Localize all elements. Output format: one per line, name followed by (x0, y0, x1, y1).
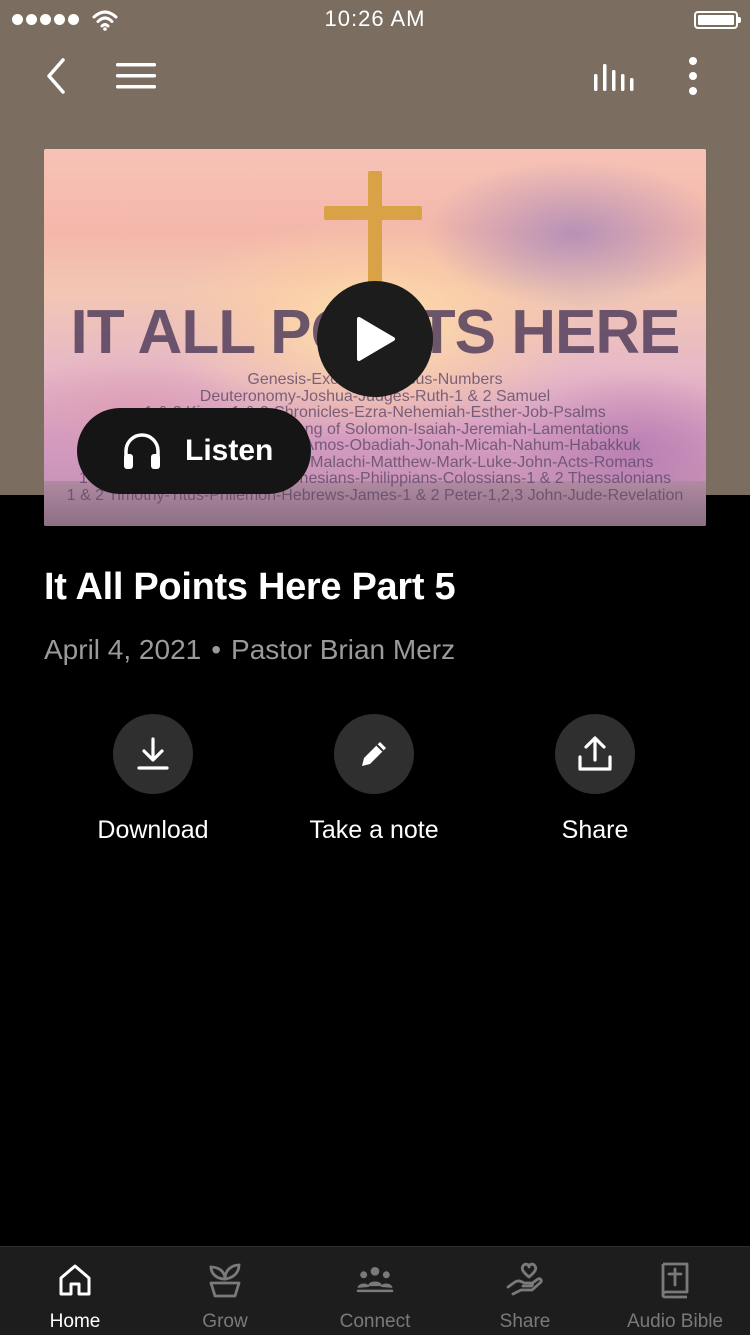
tab-audio-bible[interactable]: Audio Bible (600, 1247, 750, 1335)
download-icon (137, 737, 169, 770)
tab-label: Share (499, 1311, 551, 1332)
navigation-bar (0, 48, 750, 104)
sermon-meta: April 4, 2021 • Pastor Brian Merz (44, 634, 455, 666)
bible-icon (661, 1262, 689, 1299)
listen-label: Listen (185, 434, 274, 467)
people-icon (356, 1266, 394, 1293)
download-label: Download (97, 816, 209, 844)
tab-grow[interactable]: Grow (150, 1247, 300, 1335)
download-button[interactable]: Download (43, 714, 263, 845)
tab-label: Grow (202, 1311, 248, 1332)
heart-hand-icon (506, 1262, 543, 1296)
pencil-icon (362, 742, 386, 766)
take-note-button[interactable]: Take a note (264, 714, 484, 845)
play-icon (357, 317, 395, 361)
chevron-left-icon (47, 58, 65, 94)
tab-bar: Home Grow Connect Share Audio Bible (0, 1246, 750, 1335)
tab-connect[interactable]: Connect (300, 1247, 450, 1335)
audio-levels-icon (594, 64, 634, 91)
tab-share[interactable]: Share (450, 1247, 600, 1335)
hamburger-menu-icon (116, 63, 156, 89)
take-note-label: Take a note (309, 816, 439, 844)
menu-button[interactable] (108, 48, 164, 104)
more-options-button[interactable] (672, 48, 714, 104)
meta-separator: • (211, 634, 222, 665)
listen-button[interactable]: Listen (77, 408, 311, 494)
more-vertical-icon (689, 57, 697, 95)
status-bar: 10:26 AM (0, 0, 750, 40)
back-button[interactable] (30, 48, 80, 104)
sprout-icon (209, 1263, 241, 1298)
home-icon (59, 1264, 91, 1296)
sermon-date: April 4, 2021 (44, 634, 202, 665)
headphones-icon (124, 433, 160, 469)
sermon-speaker: Pastor Brian Merz (231, 634, 456, 665)
play-button[interactable] (317, 281, 433, 397)
audio-button[interactable] (586, 48, 642, 104)
share-label: Share (561, 816, 629, 844)
sermon-title: It All Points Here Part 5 (44, 566, 456, 608)
tab-label: Home (49, 1311, 101, 1332)
tab-label: Audio Bible (626, 1311, 724, 1332)
battery-icon (694, 11, 741, 29)
share-button[interactable]: Share (485, 714, 705, 845)
share-upload-icon (578, 736, 612, 771)
tab-home[interactable]: Home (0, 1247, 150, 1335)
status-time: 10:26 AM (324, 6, 426, 31)
tab-label: Connect (339, 1311, 411, 1332)
